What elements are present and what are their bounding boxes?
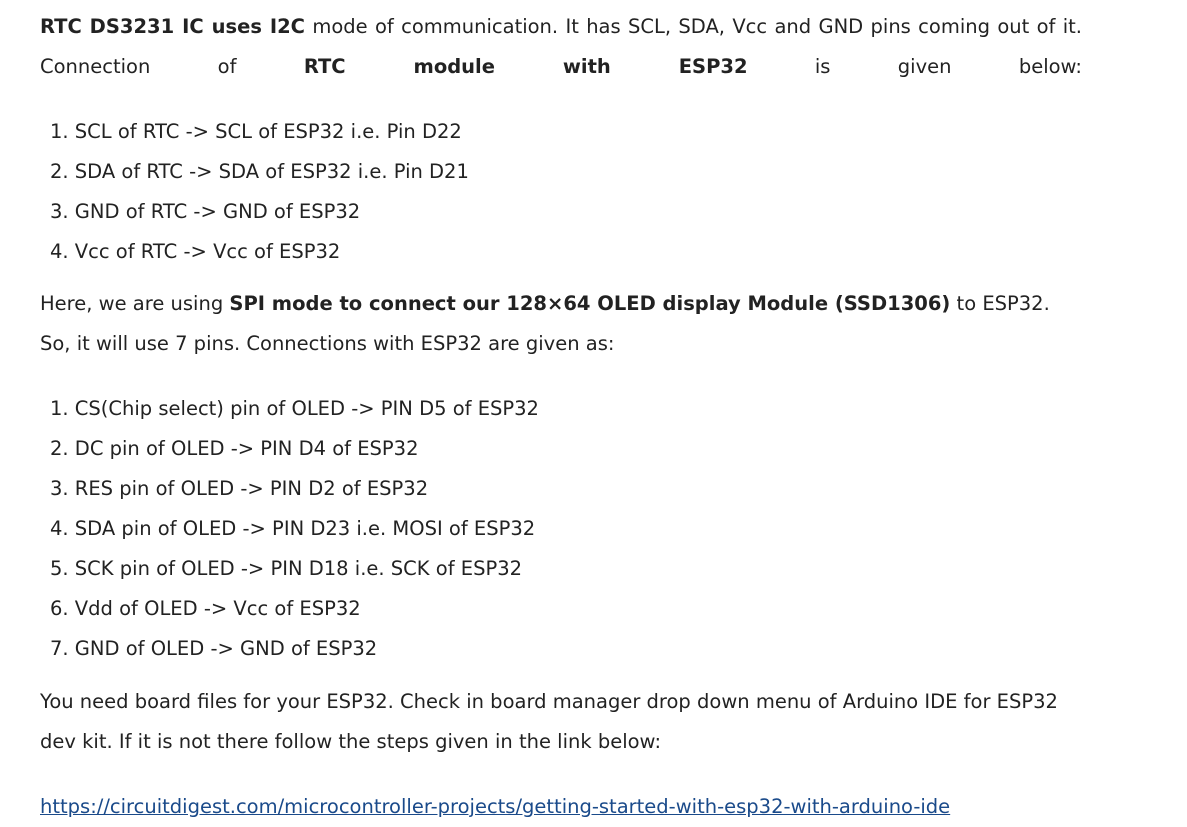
oled-intro-bold: SPI mode to connect our 128×64 OLED disp…: [229, 292, 951, 315]
list-item: 4. SDA pin of OLED -> PIN D23 i.e. MOSI …: [50, 517, 536, 540]
esp32-guide-link[interactable]: https://circuitdigest.com/microcontrolle…: [40, 787, 950, 827]
list-item: 2. SDA of RTC -> SDA of ESP32 i.e. Pin D…: [50, 160, 469, 183]
list-item: 3. GND of RTC -> GND of ESP32: [50, 200, 361, 223]
oled-intro-text-1: Here, we are using: [40, 292, 230, 315]
list-item: 6. Vdd of OLED -> Vcc of ESP32: [50, 597, 361, 620]
board-files-paragraph: You need board files for your ESP32. Che…: [40, 690, 1058, 753]
list-item: 1. CS(Chip select) pin of OLED -> PIN D5…: [50, 397, 539, 420]
list-item: 1. SCL of RTC -> SCL of ESP32 i.e. Pin D…: [50, 120, 462, 143]
rtc-connection-list: 1. SCL of RTC -> SCL of ESP32 i.e. Pin D…: [50, 112, 469, 272]
list-item: 5. SCK pin of OLED -> PIN D18 i.e. SCK o…: [50, 557, 523, 580]
oled-intro-paragraph: Here, we are using SPI mode to connect o…: [40, 284, 1082, 364]
article-body: RTC DS3231 IC uses I2C mode of communica…: [0, 0, 1187, 821]
list-item: 4. Vcc of RTC -> Vcc of ESP32: [50, 240, 341, 263]
list-item: 3. RES pin of OLED -> PIN D2 of ESP32: [50, 477, 429, 500]
list-item: 7. GND of OLED -> GND of ESP32: [50, 637, 378, 660]
rtc-intro-paragraph: RTC DS3231 IC uses I2C mode of communica…: [40, 7, 1082, 127]
oled-connection-list: 1. CS(Chip select) pin of OLED -> PIN D5…: [50, 389, 539, 669]
list-item: 2. DC pin of OLED -> PIN D4 of ESP32: [50, 437, 419, 460]
rtc-intro-text-2: is given below:: [747, 55, 1082, 78]
rtc-intro-bold-1: RTC DS3231 IC uses I2C: [40, 15, 305, 38]
rtc-intro-bold-2: RTC module with ESP32: [303, 55, 748, 78]
